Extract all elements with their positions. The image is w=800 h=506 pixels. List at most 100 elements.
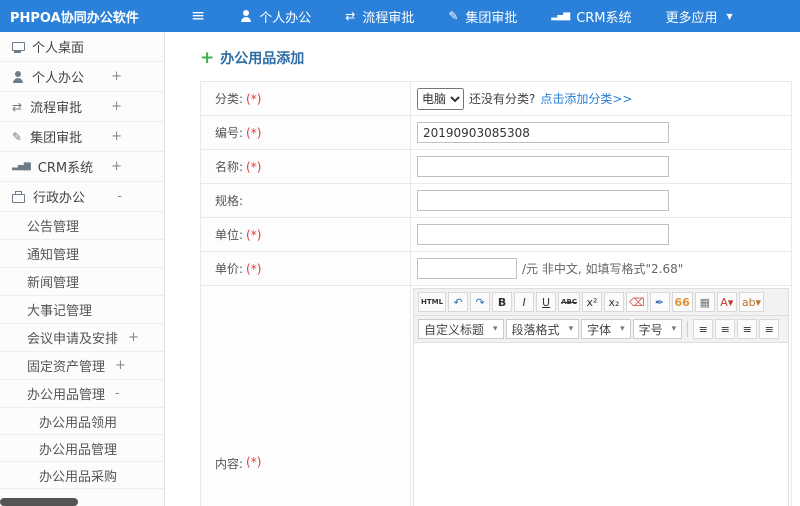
editor-content-area[interactable] bbox=[414, 343, 788, 506]
sidebar-item-personal-desktop[interactable]: 个人桌面 bbox=[0, 32, 164, 62]
custom-title-dropdown[interactable]: 自定义标题 ▾ bbox=[418, 319, 504, 339]
bold-button[interactable]: B bbox=[492, 292, 513, 312]
subscript-button[interactable]: x₂ bbox=[603, 292, 624, 312]
highlight-color-button[interactable]: ab▾ bbox=[738, 292, 765, 312]
editor-toolbar-row1: HTML ↶ ↷ B I U ABC x² x₂ ⌫ ✒ 66 ▦ A▾ ab▾ bbox=[414, 289, 788, 316]
redo-button[interactable]: ↷ bbox=[470, 292, 491, 312]
sidebar-item-label: 集团审批 bbox=[30, 131, 83, 146]
html-source-button[interactable]: HTML bbox=[418, 292, 447, 312]
sidebar-item-label: 流程审批 bbox=[30, 101, 83, 116]
chevron-down-icon: ▾ bbox=[568, 324, 574, 334]
form-row-name: 名称: (*) bbox=[201, 150, 791, 184]
dropdown-label: 字体 bbox=[587, 322, 612, 337]
insert-table-button[interactable]: ▦ bbox=[694, 292, 715, 312]
horizontal-scrollbar-thumb[interactable] bbox=[0, 498, 78, 506]
collapse-toggle[interactable]: - bbox=[117, 189, 122, 204]
code-input[interactable] bbox=[417, 122, 669, 143]
expand-toggle[interactable]: + bbox=[128, 330, 139, 345]
format-brush-button[interactable]: ✒ bbox=[649, 292, 670, 312]
nav-workflow-approval[interactable]: ⇄ 流程审批 bbox=[328, 0, 431, 32]
page-title-text: 办公用品添加 bbox=[220, 51, 305, 67]
align-justify-button[interactable]: ≡ bbox=[759, 319, 780, 339]
align-left-button[interactable]: ≡ bbox=[693, 319, 714, 339]
name-input[interactable] bbox=[417, 156, 669, 177]
label-text: 单价: bbox=[215, 262, 244, 276]
collapse-toggle[interactable]: - bbox=[115, 386, 120, 401]
sidebar-item-label: 个人办公 bbox=[32, 71, 85, 86]
briefcase-icon bbox=[12, 190, 25, 203]
sidebar-item-label: 公告管理 bbox=[27, 220, 80, 235]
bar-chart-icon: ▂▄▆ bbox=[12, 161, 31, 171]
label-text: 内容: bbox=[215, 457, 244, 471]
underline-button[interactable]: U bbox=[536, 292, 557, 312]
field-spec bbox=[411, 184, 791, 217]
sidebar-item-group-approval[interactable]: ✎ 集团审批 + bbox=[0, 122, 164, 152]
chevron-down-icon: ▾ bbox=[620, 324, 625, 334]
nav-more-apps[interactable]: 更多应用 ▼ bbox=[649, 0, 750, 32]
approval-edit-icon: ✎ bbox=[12, 129, 23, 144]
expand-toggle[interactable]: + bbox=[111, 99, 122, 114]
field-label-unit: 单位: (*) bbox=[201, 218, 411, 251]
form-row-price: 单价: (*) /元 非中文, 如填写格式"2.68" bbox=[201, 252, 791, 286]
expand-toggle[interactable]: + bbox=[111, 69, 122, 84]
app-logo[interactable]: PHPOA协同办公软件 bbox=[0, 7, 165, 26]
form-row-unit: 单位: (*) bbox=[201, 218, 791, 252]
sidebar-item-label: CRM系统 bbox=[37, 161, 94, 176]
sidebar-item-announcement-mgmt[interactable]: 公告管理 bbox=[0, 212, 164, 240]
add-icon: + bbox=[200, 47, 215, 68]
sidebar-item-personal-office[interactable]: 个人办公 + bbox=[0, 62, 164, 92]
form-row-content: 内容: (*) HTML ↶ ↷ B I U ABC x² x₂ ⌫ ✒ 66 ▦ A▾ ab▾ 自定义标题… bbox=[201, 286, 791, 506]
page-title: + 办公用品添加 bbox=[200, 48, 792, 68]
font-size-dropdown[interactable]: 字号 ▾ bbox=[632, 319, 683, 339]
price-input[interactable] bbox=[417, 258, 517, 279]
sidebar-item-news-mgmt[interactable]: 新闻管理 bbox=[0, 268, 164, 296]
expand-toggle[interactable]: + bbox=[115, 358, 126, 373]
strikethrough-button[interactable]: ABC bbox=[558, 292, 580, 312]
sidebar-item-crm[interactable]: ▂▄▆ CRM系统 + bbox=[0, 152, 164, 182]
nav-label: 更多应用 bbox=[665, 10, 718, 26]
sidebar-item-workflow-approval[interactable]: ⇄ 流程审批 + bbox=[0, 92, 164, 122]
blockquote-button[interactable]: 66 bbox=[671, 292, 693, 312]
paragraph-format-dropdown[interactable]: 段落格式 ▾ bbox=[505, 319, 580, 339]
supply-add-form: 分类: (*) 电脑 还没有分类? 点击添加分类>> 编号: (*) 名称 bbox=[200, 81, 792, 506]
unit-input[interactable] bbox=[417, 224, 669, 245]
category-select[interactable]: 电脑 bbox=[417, 87, 464, 110]
menu-toggle-button[interactable]: ≡ bbox=[191, 5, 206, 26]
sidebar-item-supplies-purchase[interactable]: 办公用品采购 bbox=[0, 462, 164, 489]
font-color-button[interactable]: A▾ bbox=[716, 292, 737, 312]
sidebar-item-events-mgmt[interactable]: 大事记管理 bbox=[0, 296, 164, 324]
superscript-button[interactable]: x² bbox=[581, 292, 602, 312]
sidebar-item-label: 个人桌面 bbox=[32, 41, 85, 56]
field-price: /元 非中文, 如填写格式"2.68" bbox=[411, 252, 791, 285]
editor-toolbar-row2: 自定义标题 ▾ 段落格式 ▾ 字体 ▾ 字号 ▾ ≡ ≡ ≡ ≡ bbox=[414, 316, 788, 343]
hamburger-icon: ≡ bbox=[191, 5, 206, 26]
sidebar-item-supplies-requisition[interactable]: 办公用品领用 bbox=[0, 408, 164, 435]
italic-button[interactable]: I bbox=[514, 292, 535, 312]
spec-input[interactable] bbox=[417, 190, 669, 211]
align-right-button[interactable]: ≡ bbox=[737, 319, 758, 339]
add-category-link[interactable]: 点击添加分类>> bbox=[540, 90, 632, 107]
form-row-spec: 规格: bbox=[201, 184, 791, 218]
sidebar-item-supplies-management[interactable]: 办公用品管理 bbox=[0, 435, 164, 462]
font-family-dropdown[interactable]: 字体 ▾ bbox=[581, 319, 631, 339]
sidebar-item-meeting-request[interactable]: 会议申请及安排 + bbox=[0, 324, 164, 352]
sidebar-item-fixed-assets[interactable]: 固定资产管理 + bbox=[0, 352, 164, 380]
sidebar-item-notice-mgmt[interactable]: 通知管理 bbox=[0, 240, 164, 268]
field-label-code: 编号: (*) bbox=[201, 116, 411, 149]
expand-toggle[interactable]: + bbox=[111, 159, 122, 174]
undo-button[interactable]: ↶ bbox=[448, 292, 469, 312]
align-center-button[interactable]: ≡ bbox=[715, 319, 736, 339]
caret-down-icon: ▼ bbox=[726, 11, 733, 21]
sidebar-item-admin-office[interactable]: 行政办公 - bbox=[0, 182, 164, 212]
field-code bbox=[411, 116, 791, 149]
nav-crm-system[interactable]: ▂▄▆ CRM系统 bbox=[534, 0, 648, 32]
field-name bbox=[411, 150, 791, 183]
nav-group-approval[interactable]: ✎ 集团审批 bbox=[431, 0, 534, 32]
remove-format-button[interactable]: ⌫ bbox=[625, 292, 648, 312]
sidebar-item-office-supplies-mgmt[interactable]: 办公用品管理 - bbox=[0, 380, 164, 408]
field-content: HTML ↶ ↷ B I U ABC x² x₂ ⌫ ✒ 66 ▦ A▾ ab▾ 自定义标题 ▾ 段落格式 … bbox=[411, 286, 791, 506]
person-icon bbox=[240, 10, 252, 22]
expand-toggle[interactable]: + bbox=[111, 129, 122, 144]
nav-label: 流程审批 bbox=[362, 10, 415, 26]
nav-personal-office[interactable]: 个人办公 bbox=[223, 0, 328, 32]
